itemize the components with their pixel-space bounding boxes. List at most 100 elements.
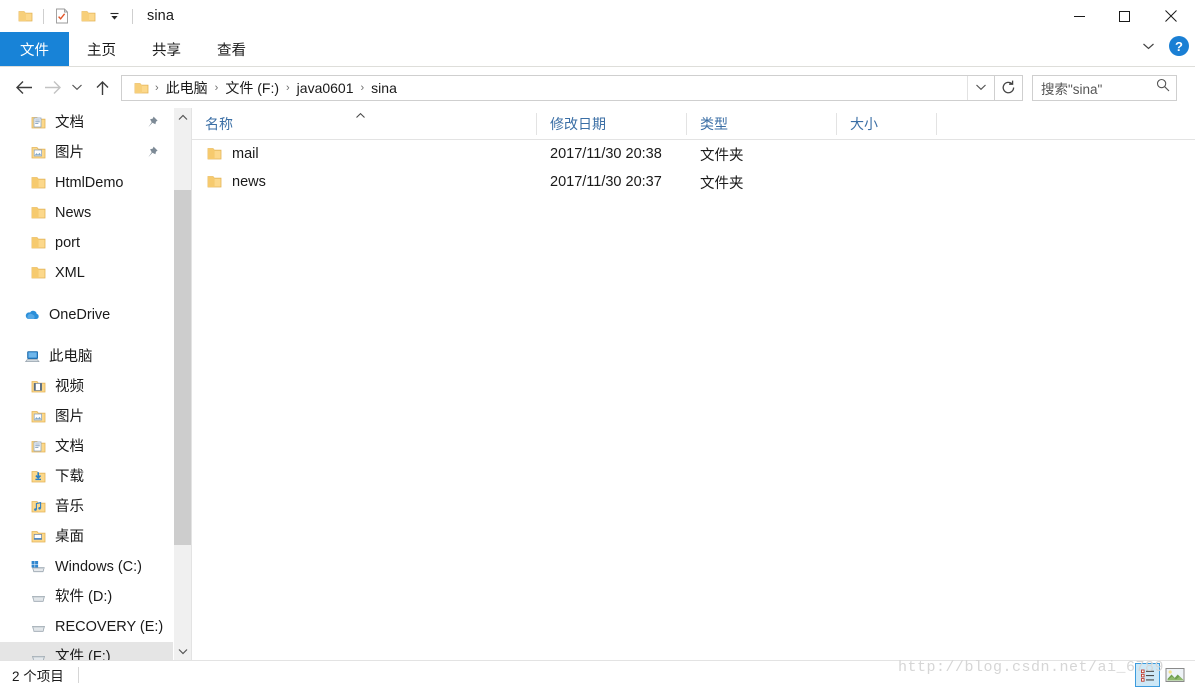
pictures-icon [28, 408, 48, 426]
refresh-button[interactable] [995, 74, 1023, 101]
windows-drive-icon [28, 558, 48, 576]
sidebar-item-3[interactable]: News [0, 198, 173, 228]
sidebar-item-7[interactable]: 此电脑 [0, 342, 173, 372]
column-header-name-label: 名称 [205, 115, 233, 132]
tab-share[interactable]: 共享 [134, 32, 199, 66]
new-folder-icon[interactable] [75, 3, 101, 29]
sidebar-item-13[interactable]: 桌面 [0, 522, 173, 552]
sidebar-item-2[interactable]: HtmlDemo [0, 168, 173, 198]
desktop-icon [28, 528, 48, 546]
nav-group-gap [0, 330, 173, 342]
sidebar-item-11[interactable]: 下载 [0, 462, 173, 492]
scroll-up-button[interactable] [174, 108, 192, 126]
recent-locations-button[interactable] [66, 73, 88, 103]
sidebar-item-0[interactable]: 文档 [0, 108, 173, 138]
sidebar-item-17[interactable]: 文件 (F:) [0, 642, 173, 660]
breadcrumb-item-1[interactable]: 文件 (F:) [221, 78, 283, 98]
quick-access-toolbar [0, 0, 138, 32]
chevron-down-icon[interactable] [1137, 35, 1159, 57]
sidebar-item-label: 音乐 [55, 498, 84, 515]
breadcrumb-separator-3: › [360, 81, 365, 94]
file-rows: mail 2017/11/30 20:38 文件夹 news 2017/11/30 20… [192, 140, 1195, 196]
qat-separator-1 [43, 8, 44, 24]
file-explorer-window: sina 文件 主页 共享 查看 ? › 此电脑 › 文件 (F:) › jav… [0, 0, 1195, 689]
file-list-pane[interactable]: 名称 修改日期 类型 大小 mail 2017/11/30 20:38 文件夹 new… [192, 108, 1195, 660]
sidebar-item-8[interactable]: 视频 [0, 372, 173, 402]
search-icon [1156, 78, 1170, 97]
column-header-size[interactable]: 大小 [837, 108, 937, 140]
address-bar-row: › 此电脑 › 文件 (F:) › java0601 › sina 搜索"sin… [0, 68, 1195, 107]
breadcrumb-item-2[interactable]: java0601 [293, 80, 358, 96]
properties-icon[interactable] [49, 3, 75, 29]
sidebar-item-5[interactable]: XML [0, 258, 173, 288]
file-date-cell: 2017/11/30 20:38 [550, 146, 662, 162]
breadcrumb[interactable]: › 此电脑 › 文件 (F:) › java0601 › sina [122, 76, 967, 100]
sidebar-item-16[interactable]: RECOVERY (E:) [0, 612, 173, 642]
navigation-pane[interactable]: 文档 图片 HtmlDemo News port XML OneDrive 此电脑 视频 图片 文档… [0, 108, 173, 660]
sidebar-item-label: 此电脑 [49, 348, 93, 365]
sidebar-item-1[interactable]: 图片 [0, 138, 173, 168]
file-name-cell[interactable]: news [192, 174, 537, 190]
documents-icon [28, 438, 48, 456]
folder-icon [28, 234, 48, 252]
sidebar-item-label: 软件 (D:) [55, 588, 113, 605]
forward-button[interactable] [38, 73, 66, 103]
tab-home[interactable]: 主页 [69, 32, 134, 66]
table-row[interactable]: mail 2017/11/30 20:38 文件夹 [192, 140, 1195, 168]
scrollbar-thumb[interactable] [174, 190, 192, 545]
breadcrumb-separator-1: › [214, 81, 219, 94]
address-bar[interactable]: › 此电脑 › 文件 (F:) › java0601 › sina [121, 74, 995, 101]
pin-icon[interactable] [145, 145, 159, 159]
sidebar-item-4[interactable]: port [0, 228, 173, 258]
sidebar-item-10[interactable]: 文档 [0, 432, 173, 462]
tab-view[interactable]: 查看 [199, 32, 264, 66]
file-type-cell: 文件夹 [700, 147, 744, 164]
sidebar-item-label: 图片 [55, 144, 84, 161]
folder-icon [28, 264, 48, 282]
navigation-pane-scrollbar[interactable] [173, 108, 192, 660]
sidebar-item-label: Windows (C:) [55, 558, 143, 575]
column-headers: 名称 修改日期 类型 大小 [192, 108, 1195, 140]
breadcrumb-folder-icon [132, 80, 150, 96]
breadcrumb-separator-0: › [155, 81, 159, 94]
qat-separator-2 [132, 8, 133, 24]
sidebar-item-15[interactable]: 软件 (D:) [0, 582, 173, 612]
folder-icon [205, 174, 223, 190]
back-button[interactable] [10, 73, 38, 103]
help-button[interactable]: ? [1169, 36, 1189, 56]
window-controls [1057, 0, 1195, 32]
tab-file[interactable]: 文件 [0, 32, 69, 66]
minimize-button[interactable] [1057, 0, 1102, 32]
drive-icon [28, 648, 48, 660]
column-header-name[interactable]: 名称 [192, 108, 537, 140]
address-dropdown-icon[interactable] [967, 75, 994, 100]
close-button[interactable] [1147, 0, 1195, 32]
up-button[interactable] [88, 73, 116, 103]
sidebar-item-label: 图片 [55, 408, 84, 425]
customize-dropdown-icon[interactable] [101, 3, 127, 29]
folder-icon [205, 146, 223, 162]
sidebar-item-14[interactable]: Windows (C:) [0, 552, 173, 582]
search-input[interactable]: 搜索"sina" [1041, 78, 1102, 98]
table-row[interactable]: news 2017/11/30 20:37 文件夹 [192, 168, 1195, 196]
item-count-label: 2 个项目 [12, 669, 64, 684]
search-box[interactable]: 搜索"sina" [1032, 74, 1177, 101]
file-date-cell: 2017/11/30 20:37 [550, 174, 662, 190]
videos-icon [28, 378, 48, 396]
large-icons-view-button[interactable] [1162, 663, 1187, 687]
this-pc-icon [22, 348, 42, 366]
file-name-cell[interactable]: mail [192, 146, 537, 162]
folder-icon [28, 204, 48, 222]
sidebar-item-label: 文档 [55, 438, 84, 455]
breadcrumb-item-0[interactable]: 此电脑 [162, 78, 212, 98]
sidebar-item-6[interactable]: OneDrive [0, 300, 173, 330]
column-header-type[interactable]: 类型 [687, 108, 837, 140]
pin-icon[interactable] [145, 115, 159, 129]
sidebar-item-9[interactable]: 图片 [0, 402, 173, 432]
maximize-button[interactable] [1102, 0, 1147, 32]
sidebar-item-12[interactable]: 音乐 [0, 492, 173, 522]
column-header-date[interactable]: 修改日期 [537, 108, 687, 140]
folder-icon[interactable] [12, 3, 38, 29]
scroll-down-button[interactable] [174, 642, 192, 660]
breadcrumb-item-3[interactable]: sina [367, 80, 401, 96]
